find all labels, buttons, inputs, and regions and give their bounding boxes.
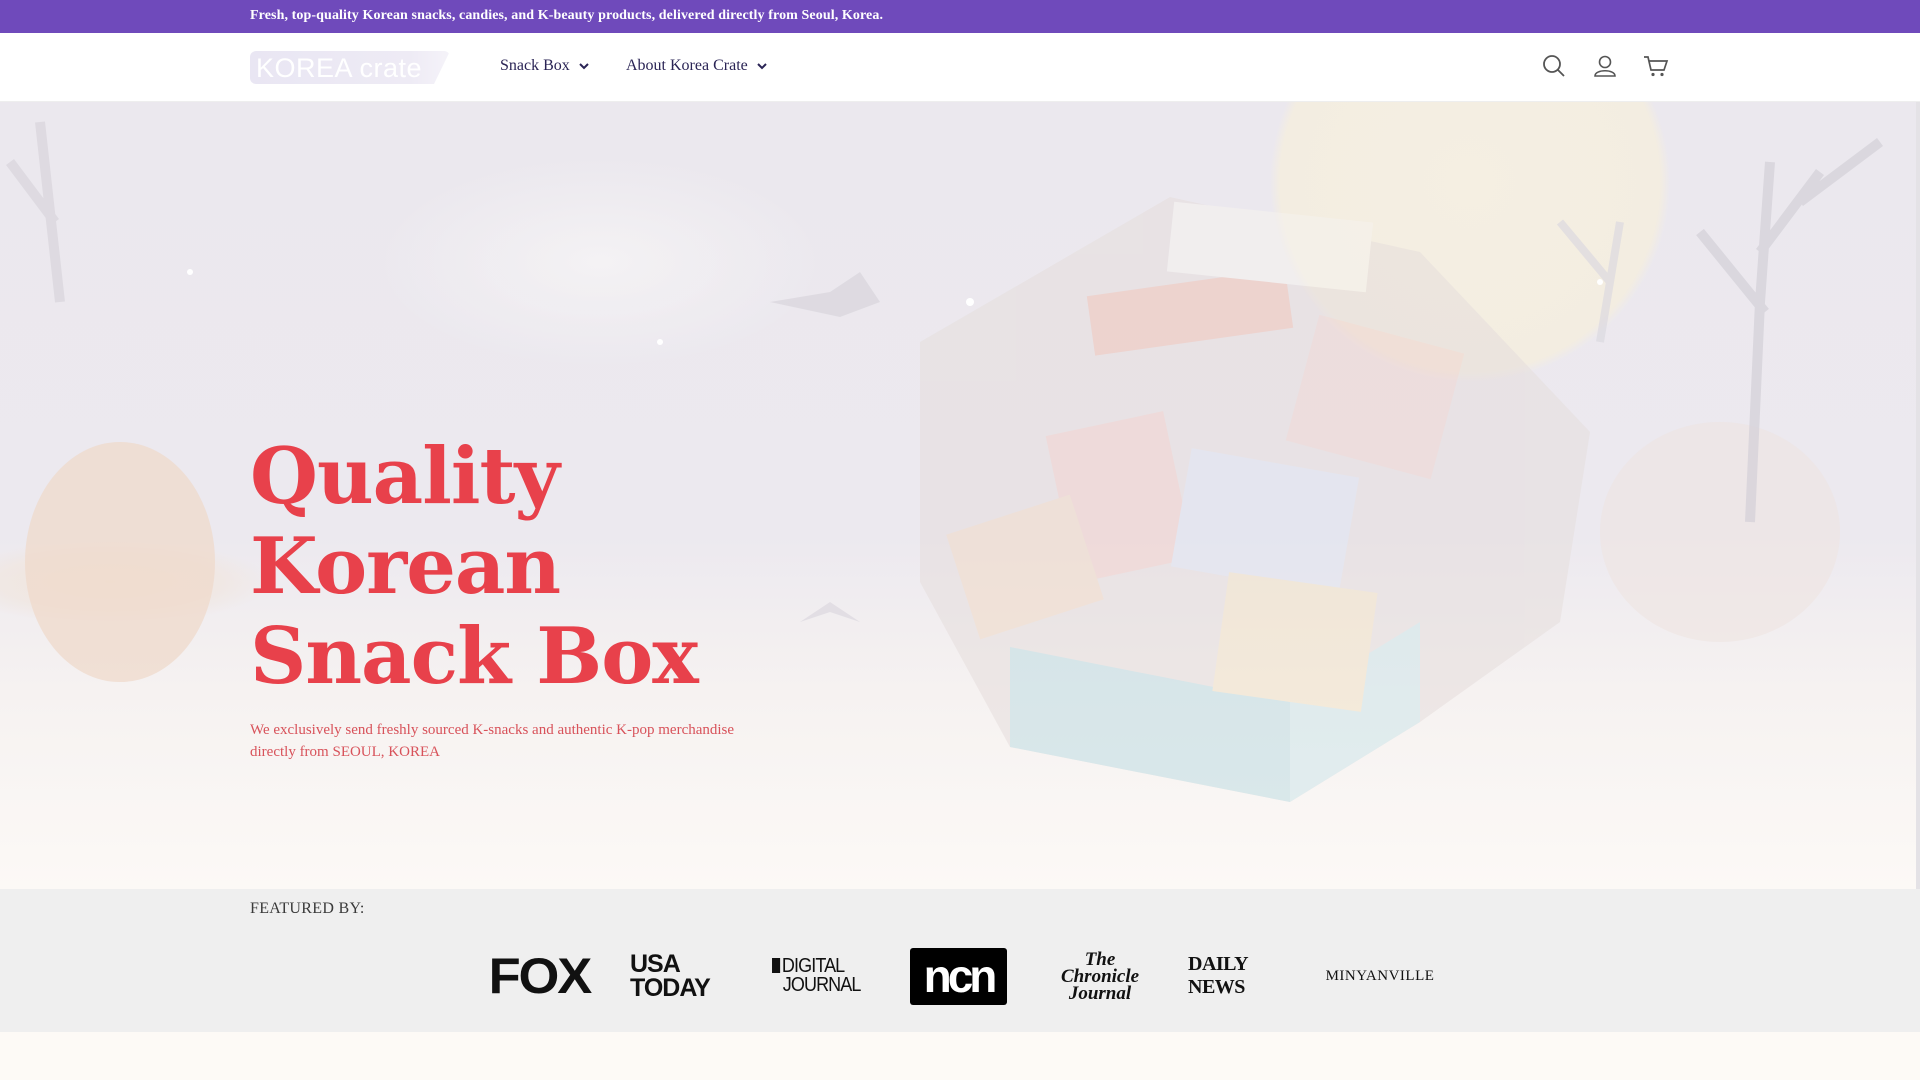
chronicle-journal-logo: The Chronicle Journal xyxy=(1048,946,1152,1006)
digital-journal-line-2: JOURNAL xyxy=(782,974,862,996)
ncn-logo-badge: ncn xyxy=(910,947,1007,1005)
daily-news-text: DAILY NEWS xyxy=(1188,953,1248,998)
nav-snack-box[interactable]: Snack Box xyxy=(500,57,590,75)
usa-today-logo: USA TODAY xyxy=(630,946,730,1006)
fox-logo: FOX xyxy=(487,946,592,1006)
hero-title-line-2: Korean xyxy=(250,521,561,612)
minyanville-logo: MINYANVILLE xyxy=(1325,946,1435,1006)
announcement-text: Fresh, top-quality Korean snacks, candie… xyxy=(250,8,884,23)
site-header: KOREA crate Snack Box About Korea Crate xyxy=(0,33,1920,102)
chevron-down-icon xyxy=(757,63,767,70)
digital-journal-mark-icon xyxy=(772,958,781,973)
hero-title: Quality Korean Snack Box xyxy=(250,432,850,702)
logo-text: KOREA crate xyxy=(256,53,423,83)
search-icon[interactable] xyxy=(1541,53,1567,79)
featured-by-section: FEATURED BY: FOX USA TODAY DIGITAL JOURN… xyxy=(0,889,1920,1032)
ncn-logo: ncn xyxy=(910,946,1007,1006)
chevron-down-icon xyxy=(579,63,589,70)
usa-today-line-1: USA xyxy=(630,950,681,978)
digital-journal-logo: DIGITAL JOURNAL xyxy=(768,946,872,1006)
nav-about-korea-crate[interactable]: About Korea Crate xyxy=(626,57,768,75)
minyanville-text: MINYANVILLE xyxy=(1325,967,1435,984)
cart-icon[interactable] xyxy=(1643,53,1669,79)
daily-news-logo: DAILY NEWS xyxy=(1188,946,1292,1006)
account-icon[interactable] xyxy=(1592,53,1618,79)
nav-about-label: About Korea Crate xyxy=(626,57,748,74)
scrollbar[interactable] xyxy=(1916,102,1920,889)
hero-subtitle: We exclusively send freshly sourced K-sn… xyxy=(250,722,735,760)
featured-label: FEATURED BY: xyxy=(250,900,365,917)
fox-logo-text: FOX xyxy=(488,948,592,1004)
usa-today-line-2: TODAY xyxy=(630,974,711,1002)
logo[interactable]: KOREA crate xyxy=(250,51,450,84)
hero-title-line-1: Quality xyxy=(250,431,560,522)
nav-snack-box-label: Snack Box xyxy=(500,57,570,74)
announcement-bar: Fresh, top-quality Korean snacks, candie… xyxy=(0,0,1920,33)
hero-title-line-3: Snack Box xyxy=(250,611,699,702)
ncn-logo-text: ncn xyxy=(923,950,998,1002)
hero-banner: Quality Korean Snack Box We exclusively … xyxy=(0,102,1920,889)
page-bottom-area xyxy=(0,1032,1920,1080)
chronicle-line-1: The Chronicle xyxy=(1060,948,1140,987)
chronicle-line-2: Journal xyxy=(1068,982,1132,1004)
